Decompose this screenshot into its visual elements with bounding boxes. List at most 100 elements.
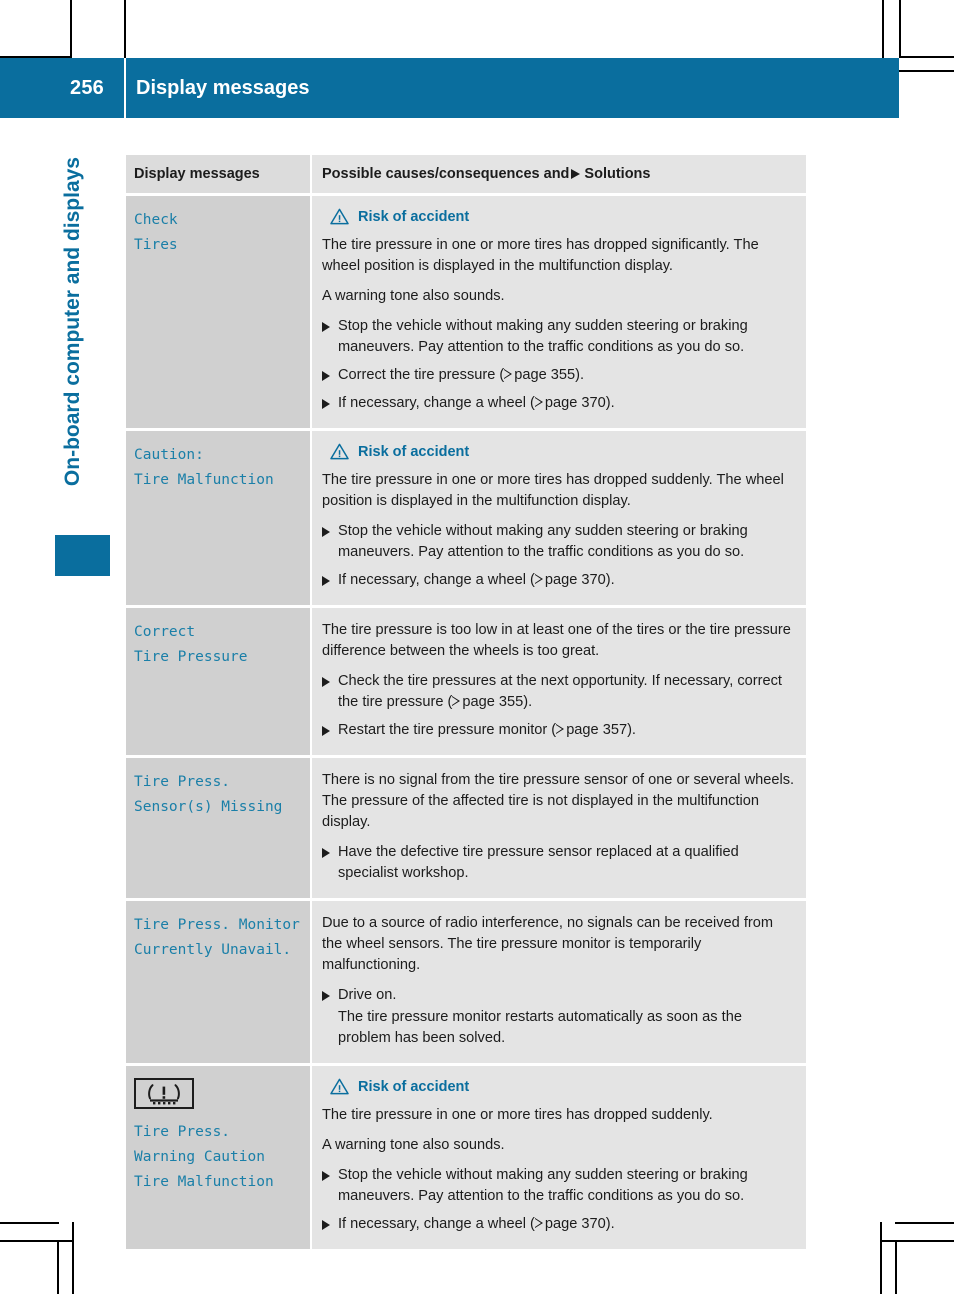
solution-arrow-icon (322, 393, 338, 414)
display-message-text: Correct Tire Pressure (134, 624, 248, 665)
page-reference-link[interactable]: page 370 (545, 395, 606, 411)
solution-arrow-icon (322, 671, 338, 713)
page-reference-arrow-icon (534, 397, 544, 408)
display-message-text: Tire Press. Warning Caution Tire Malfunc… (134, 1124, 274, 1190)
table-row: Correct Tire Pressure The tire pressure i… (126, 608, 806, 755)
crop-mark-top-right-horizontal (899, 56, 954, 58)
causes-and-solutions-cell: The tire pressure is too low in at least… (312, 608, 806, 755)
solution-step-text-after: ). (605, 395, 615, 411)
warning-notice: Risk of accident (322, 208, 796, 225)
cause-paragraph: The tire pressure is too low in at least… (322, 622, 791, 659)
cause-paragraph: There is no signal from the tire pressur… (322, 772, 795, 830)
page-reference-arrow-icon (556, 724, 565, 735)
page-reference-link[interactable]: page 357 (566, 722, 627, 738)
display-message-cell: Caution: Tire Malfunction (126, 431, 310, 605)
table-header-right-suffix: Solutions (584, 166, 651, 182)
crop-mark-bottom-right-horizontal-inner (880, 1240, 954, 1242)
solution-step: Drive on. The tire pressure monitor resta… (322, 985, 796, 1049)
solution-arrow-icon (322, 1165, 338, 1207)
solution-arrow-icon (322, 570, 338, 591)
solution-step: If necessary, change a wheel ( page 370). (322, 393, 796, 414)
page-reference-link[interactable]: page 370 (545, 1216, 606, 1232)
solution-arrow-icon (322, 720, 338, 741)
page-reference-arrow-icon (534, 1218, 544, 1229)
solution-step-text: Drive on. The tire pressure monitor resta… (338, 985, 796, 1049)
warning-label: Risk of accident (358, 208, 470, 225)
solution-step-text-before: If necessary, change a wheel ( (338, 395, 535, 411)
solution-step-text-after: ). (627, 722, 636, 738)
crop-mark-top-left-vertical-inner (124, 0, 126, 58)
warning-label: Risk of accident (358, 1078, 470, 1095)
display-message-cell: Check Tires (126, 196, 310, 428)
solution-step-text: Correct the tire pressure ( page 355). (338, 365, 796, 386)
solution-step-text-before: Restart the tire pressure monitor ( (338, 722, 557, 738)
solution-arrow-icon (322, 521, 338, 563)
solution-step: Correct the tire pressure ( page 355). (322, 365, 796, 386)
solution-step-text: Stop the vehicle without making any sudd… (338, 316, 796, 358)
solution-step-label: Have the defective tire pressure sensor … (338, 844, 739, 881)
solution-arrow-icon (322, 365, 338, 386)
solution-step: Stop the vehicle without making any sudd… (322, 316, 796, 358)
display-message-text: Check Tires (134, 212, 178, 253)
chapter-label: On-board computer and displays (61, 157, 84, 487)
display-message-cell: Tire Press. Monitor Currently Unavail. (126, 901, 310, 1063)
cause-paragraph: Due to a source of radio interference, n… (322, 915, 774, 973)
display-message-cell: Tire Press. Warning Caution Tire Malfunc… (126, 1066, 310, 1249)
crop-mark-top-left-vertical (70, 0, 72, 58)
page-number: 256 (70, 76, 104, 99)
cause-paragraph: A warning tone also sounds. (322, 288, 505, 304)
page-reference-link[interactable]: page 355 (462, 694, 523, 710)
solution-step: Stop the vehicle without making any sudd… (322, 1165, 796, 1207)
page-reference-arrow-icon (504, 369, 513, 380)
warning-notice: Risk of accident (322, 443, 796, 460)
solution-arrow-icon (322, 1214, 338, 1235)
display-message-cell: Correct Tire Pressure (126, 608, 310, 755)
solution-step: If necessary, change a wheel (page 370). (322, 570, 796, 591)
table-header-right: Possible causes/consequences and Solution… (312, 155, 806, 193)
solution-step-text-before: Correct the tire pressure ( (338, 367, 505, 383)
solution-step-text-after: ). (575, 367, 585, 383)
crop-mark-bottom-left-horizontal (0, 1222, 59, 1224)
solution-step-text: Have the defective tire pressure sensor … (338, 842, 796, 884)
solution-step-text-after: ). (605, 1216, 615, 1232)
solution-arrow-icon (571, 169, 581, 179)
table-header-right-prefix: Possible causes/consequences and (322, 166, 570, 182)
crop-mark-top-right-horizontal-inner (899, 70, 954, 72)
table-row: Tire Press. Warning Caution Tire Malfunc… (126, 1066, 806, 1249)
solution-step-text-after: ). (605, 572, 615, 588)
header-divider (124, 58, 126, 118)
table-row: Tire Press. Sensor(s) Missing There is no… (126, 758, 806, 898)
solution-step-text: If necessary, change a wheel ( page 370). (338, 393, 796, 414)
solution-step: Check the tire pressures at the next opp… (322, 671, 796, 713)
crop-mark-bottom-left-horizontal-inner (0, 1240, 74, 1242)
solution-arrow-icon (322, 985, 338, 1049)
solution-step: Restart the tire pressure monitor ( page … (322, 720, 796, 741)
warning-notice: Risk of accident (322, 1078, 796, 1095)
causes-and-solutions-cell: Risk of accident The tire pressure in one… (312, 196, 806, 428)
solution-step-text: If necessary, change a wheel (page 370). (338, 570, 796, 591)
page-reference-arrow-icon (534, 574, 544, 585)
solution-step-text-after: ). (523, 694, 533, 710)
table-row: Tire Press. Monitor Currently Unavail. Du… (126, 901, 806, 1063)
solution-arrow-icon (322, 316, 338, 358)
solution-step-subtext: The tire pressure monitor restarts autom… (338, 1009, 742, 1046)
solution-step-text: If necessary, change a wheel (page 370). (338, 1214, 796, 1235)
causes-and-solutions-cell: Risk of accident The tire pressure in one… (312, 431, 806, 605)
solution-step-label: Stop the vehicle without making any sudd… (338, 1167, 748, 1204)
solution-arrow-icon (322, 842, 338, 884)
cause-paragraph: A warning tone also sounds. (322, 1137, 505, 1153)
crop-mark-top-right-vertical-inner (899, 0, 901, 58)
page-reference-link[interactable]: page 355 (514, 367, 575, 383)
chapter-tab-marker (55, 535, 110, 576)
causes-and-solutions-cell: There is no signal from the tire pressur… (312, 758, 806, 898)
page-reference-link[interactable]: page 370 (545, 572, 606, 588)
solution-step-text: Stop the vehicle without making any sudd… (338, 521, 796, 563)
display-message-text: Caution: Tire Malfunction (134, 447, 274, 488)
warning-label: Risk of accident (358, 443, 470, 460)
crop-mark-bottom-right-vertical (895, 1240, 897, 1294)
crop-mark-bottom-left-vertical-inner (72, 1222, 74, 1294)
display-messages-table: Display messages Possible causes/consequ… (126, 155, 806, 1249)
crop-mark-bottom-left-vertical (57, 1240, 59, 1294)
table-row: Caution: Tire Malfunction Risk of acciden… (126, 431, 806, 605)
tire-pressure-warning-icon (134, 1078, 194, 1109)
